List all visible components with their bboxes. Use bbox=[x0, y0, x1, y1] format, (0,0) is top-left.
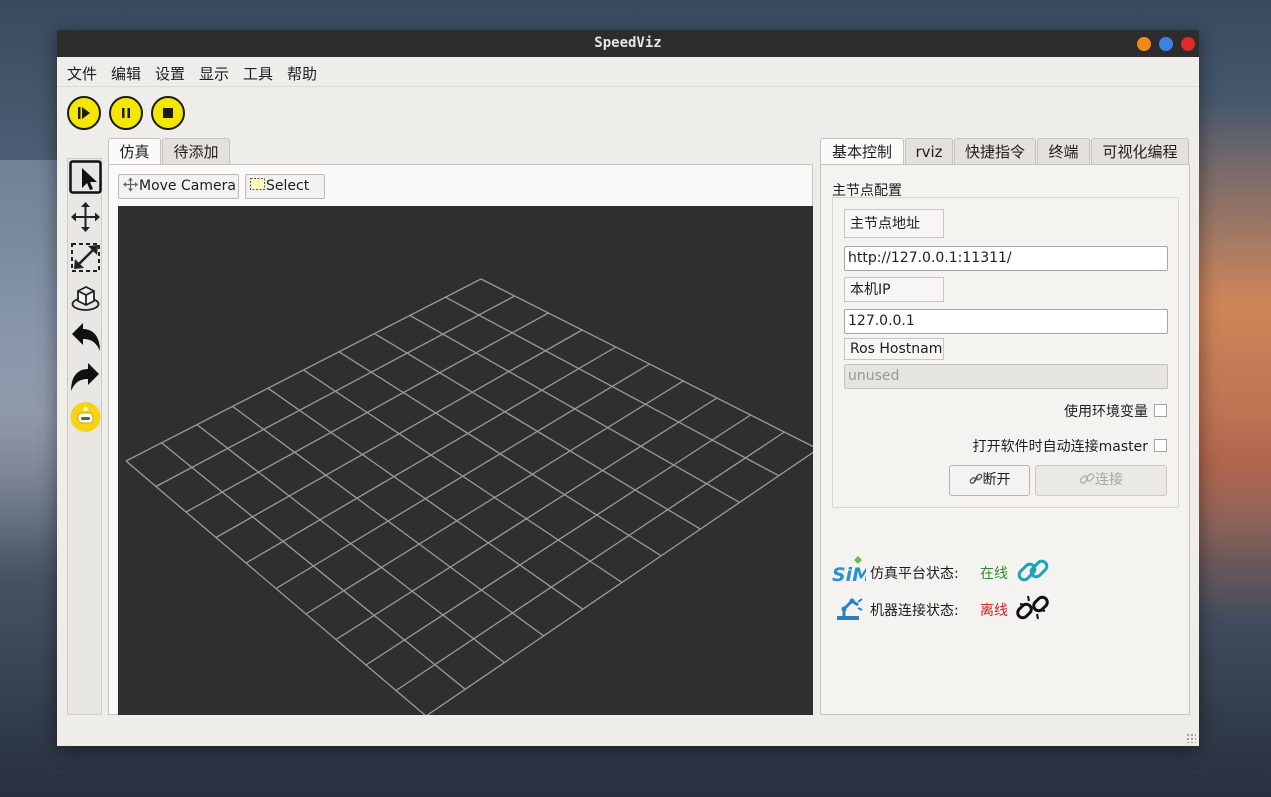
play-icon bbox=[78, 107, 90, 119]
select-button[interactable]: Select bbox=[245, 174, 325, 199]
menu-view[interactable]: 显示 bbox=[199, 63, 229, 84]
simulation-panel: Move Camera Select bbox=[108, 164, 813, 715]
move-camera-label: Move Camera bbox=[139, 178, 236, 194]
sim-status-value: 在线 bbox=[980, 566, 1008, 582]
select-tool[interactable] bbox=[68, 159, 103, 195]
window-title: SpeedViz bbox=[594, 35, 662, 51]
tab-simulation[interactable]: 仿真 bbox=[108, 138, 161, 166]
move-arrows-icon bbox=[71, 202, 100, 232]
grid-line bbox=[426, 451, 813, 715]
robot-status-label: 机器连接状态: bbox=[870, 603, 959, 619]
sim-status-label: 仿真平台状态: bbox=[870, 566, 959, 582]
undo-arrow-icon bbox=[72, 323, 100, 351]
robot-arm-icon bbox=[837, 598, 863, 620]
app-window: SpeedViz 文件 编辑 设置 显示 工具 帮助 仿真 待添加 Move C… bbox=[57, 30, 1199, 746]
basic-control-panel: 主节点配置 主节点地址 http://127.0.0.1:11311/ 本机IP… bbox=[820, 164, 1190, 715]
unlink-icon bbox=[969, 473, 982, 484]
tab-visual-programming[interactable]: 可视化编程 bbox=[1091, 138, 1189, 165]
ground-grid bbox=[125, 278, 813, 715]
redo-arrow-icon bbox=[71, 363, 99, 391]
select-label: Select bbox=[266, 178, 310, 194]
local-ip-input[interactable]: 127.0.0.1 bbox=[844, 309, 1168, 334]
use-env-row: 使用环境变量 bbox=[1064, 401, 1167, 421]
camera-move-icon bbox=[123, 177, 138, 192]
grid-line bbox=[196, 424, 505, 664]
connected-link-icon bbox=[1017, 559, 1049, 582]
minimize-button[interactable] bbox=[1137, 37, 1151, 51]
auto-connect-label: 打开软件时自动连接master bbox=[972, 439, 1148, 455]
broken-link-icon bbox=[1016, 595, 1049, 620]
grid-line bbox=[161, 442, 466, 690]
use-env-label: 使用环境变量 bbox=[1064, 404, 1148, 420]
resize-icon bbox=[71, 243, 100, 272]
robot-status-value: 离线 bbox=[980, 603, 1008, 619]
tab-rviz[interactable]: rviz bbox=[905, 138, 953, 165]
auto-connect-checkbox[interactable] bbox=[1154, 439, 1167, 452]
selection-box-icon bbox=[250, 178, 265, 190]
stop-button[interactable] bbox=[151, 96, 185, 130]
grid-line bbox=[125, 460, 426, 715]
grid-line bbox=[303, 369, 623, 584]
tab-terminal[interactable]: 终端 bbox=[1037, 138, 1090, 165]
grid-line bbox=[365, 414, 751, 666]
menu-help[interactable]: 帮助 bbox=[287, 63, 317, 84]
connect-button[interactable]: 连接 bbox=[1035, 465, 1167, 496]
menu-file[interactable]: 文件 bbox=[67, 63, 97, 84]
ros-hostname-input[interactable]: unused bbox=[844, 364, 1168, 389]
grid-line bbox=[480, 278, 813, 448]
3d-viewport[interactable] bbox=[118, 206, 813, 715]
undo-button[interactable] bbox=[68, 319, 103, 355]
robot-status-row: 机器连接状态: 离线 bbox=[832, 591, 1072, 625]
stop-icon bbox=[163, 108, 173, 118]
master-uri-label: 主节点地址 bbox=[844, 209, 944, 238]
redo-button[interactable] bbox=[68, 359, 103, 395]
sim-status-row: SiM 仿真平台状态: 在线 bbox=[832, 554, 1072, 588]
move-camera-button[interactable]: Move Camera bbox=[118, 174, 239, 199]
robot-tool[interactable] bbox=[68, 399, 103, 435]
resize-grip[interactable] bbox=[1186, 733, 1196, 743]
sim-logo-icon: SiM bbox=[832, 556, 866, 586]
robot-icon bbox=[70, 402, 101, 432]
pause-icon bbox=[122, 108, 130, 118]
cube-icon bbox=[71, 285, 100, 311]
tab-quick-commands[interactable]: 快捷指令 bbox=[954, 138, 1036, 165]
play-button[interactable] bbox=[67, 96, 101, 130]
select-pointer-icon bbox=[69, 160, 102, 194]
grid-line bbox=[267, 387, 584, 610]
tool-strip bbox=[67, 158, 102, 715]
tab-to-be-added[interactable]: 待添加 bbox=[162, 138, 230, 165]
use-env-checkbox[interactable] bbox=[1154, 404, 1167, 417]
grid-line bbox=[232, 405, 544, 637]
title-bar[interactable]: SpeedViz bbox=[57, 30, 1199, 57]
auto-connect-row: 打开软件时自动连接master bbox=[973, 436, 1167, 456]
master-config-group: 主节点地址 http://127.0.0.1:11311/ 本机IP 127.0… bbox=[832, 197, 1179, 508]
link-icon bbox=[1079, 473, 1095, 484]
move-tool[interactable] bbox=[68, 199, 103, 235]
disconnect-label: 断开 bbox=[982, 472, 1011, 488]
connect-label: 连接 bbox=[1095, 472, 1123, 488]
disconnect-button[interactable]: 断开 bbox=[949, 465, 1030, 496]
svg-text:SiM: SiM bbox=[832, 564, 866, 586]
menu-edit[interactable]: 编辑 bbox=[111, 63, 141, 84]
master-uri-input[interactable]: http://127.0.0.1:11311/ bbox=[844, 246, 1168, 271]
scale-tool[interactable] bbox=[68, 239, 103, 275]
tab-basic-control[interactable]: 基本控制 bbox=[820, 138, 904, 166]
close-button[interactable] bbox=[1181, 37, 1195, 51]
ros-hostname-label: Ros Hostname bbox=[844, 338, 944, 360]
pause-button[interactable] bbox=[109, 96, 143, 130]
object-tool[interactable] bbox=[68, 279, 103, 315]
maximize-button[interactable] bbox=[1159, 37, 1173, 51]
menu-tools[interactable]: 工具 bbox=[243, 63, 273, 84]
menu-settings[interactable]: 设置 bbox=[155, 63, 185, 84]
local-ip-label: 本机IP bbox=[844, 277, 944, 302]
menu-bar: 文件 编辑 设置 显示 工具 帮助 bbox=[57, 57, 1199, 87]
